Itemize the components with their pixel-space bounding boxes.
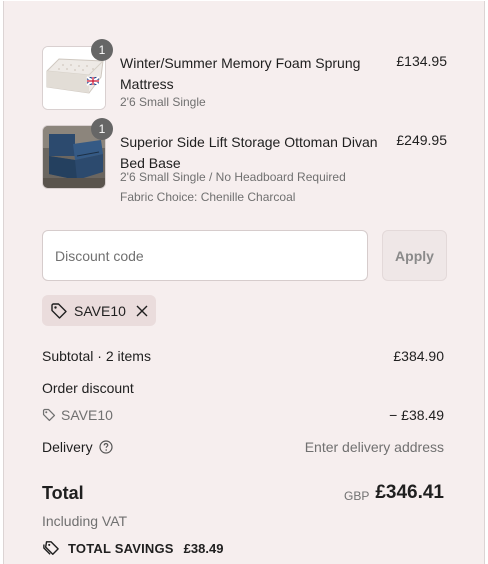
remove-discount-icon[interactable] — [136, 305, 148, 317]
order-summary-panel: 1 Winter/Summer Memory Foam Sprung Mattr… — [3, 1, 485, 564]
total-value: £346.41 — [375, 482, 444, 503]
delivery-label: Delivery — [42, 439, 93, 455]
help-icon[interactable] — [98, 440, 113, 454]
tag-icon — [50, 302, 68, 320]
subtotal-value: £384.90 — [393, 348, 444, 364]
subtotal-label: Subtotal · 2 items — [42, 348, 151, 364]
total-label: Total — [42, 483, 84, 503]
discount-code-text: SAVE10 — [61, 407, 113, 423]
quantity-badge: 1 — [91, 39, 113, 61]
discount-code-row: SAVE10 — [42, 407, 113, 423]
item-title: Superior Side Lift Storage Ottoman Divan… — [120, 134, 378, 171]
vat-note: Including VAT — [42, 513, 128, 529]
order-discount-label: Order discount — [42, 380, 134, 396]
apply-discount-button[interactable]: Apply — [382, 230, 447, 281]
discount-code-input[interactable] — [42, 230, 368, 281]
discount-value: − £38.49 — [389, 407, 444, 423]
savings-value: £38.49 — [183, 540, 224, 556]
savings-tag-icon — [42, 540, 60, 556]
item-option: Fabric Choice: Chenille Charcoal — [120, 190, 296, 204]
line-item: 1 Winter/Summer Memory Foam Sprung Mattr… — [42, 39, 447, 112]
quantity-badge: 1 — [91, 118, 113, 140]
item-variant: 2'6 Small Single — [120, 95, 206, 109]
item-title: Winter/Summer Memory Foam Sprung Mattres… — [120, 55, 361, 92]
line-item: 1 Superior Side Lift Storage Ottoman Div… — [42, 118, 447, 207]
delivery-row: Delivery — [42, 439, 113, 455]
delivery-value: Enter delivery address — [304, 439, 444, 455]
currency-code: GBP — [344, 489, 370, 503]
item-price: £134.95 — [396, 53, 447, 69]
savings-label: TOTAL SAVINGS — [68, 540, 174, 556]
total-savings: TOTAL SAVINGS £38.49 — [42, 540, 223, 556]
applied-discount-code: SAVE10 — [74, 302, 126, 319]
tag-icon — [42, 408, 56, 422]
applied-discount-chip: SAVE10 — [42, 295, 156, 326]
item-price: £249.95 — [396, 132, 447, 148]
item-variant: 2'6 Small Single / No Headboard Required — [120, 170, 346, 184]
